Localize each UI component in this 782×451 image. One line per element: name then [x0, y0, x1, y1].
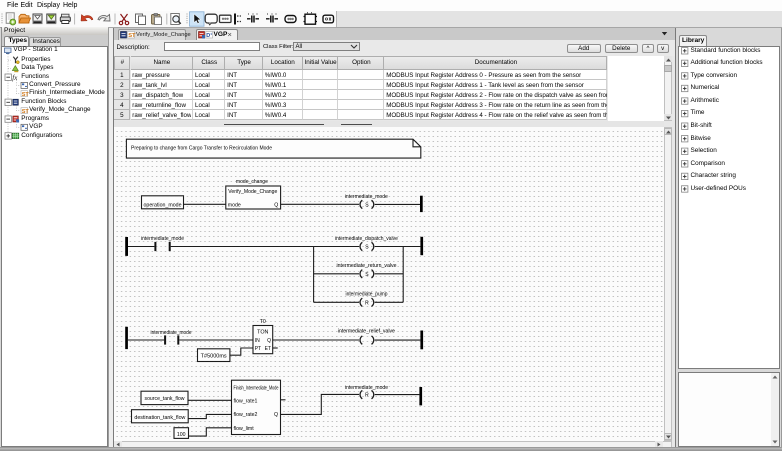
svg-text:flow_rate2: flow_rate2 [233, 412, 257, 418]
svg-text:ET: ET [264, 346, 270, 352]
svg-text:Finish_Intermediate_Mode: Finish_Intermediate_Mode [233, 386, 278, 392]
svg-text:fx: fx [12, 74, 18, 82]
svg-text:PT: PT [254, 346, 260, 352]
svg-text:source_tank_flow: source_tank_flow [144, 396, 184, 402]
svg-text:R: R [365, 393, 369, 399]
svg-text:flow_rate1: flow_rate1 [233, 398, 257, 404]
svg-text:destination_tank_flow: destination_tank_flow [134, 415, 185, 421]
svg-text:100: 100 [176, 432, 185, 438]
svg-text:Q: Q [267, 338, 271, 344]
svg-text:Verify_Mode_Change: Verify_Mode_Change [228, 189, 277, 195]
svg-text:intermediate_mode: intermediate_mode [345, 385, 388, 391]
svg-text:Preparing to change from Cargo: Preparing to change from Cargo Transfer … [131, 145, 272, 151]
svg-text:intermediate_relief_valve: intermediate_relief_valve [337, 329, 394, 335]
svg-text:intermediate_pump: intermediate_pump [345, 292, 387, 298]
svg-text:intermediate_dispatch_valve: intermediate_dispatch_valve [334, 236, 397, 242]
svg-text:intermediate_mode: intermediate_mode [344, 194, 387, 200]
svg-text:intermediate_return_valve: intermediate_return_valve [336, 263, 396, 269]
svg-text:T#5000ms: T#5000ms [200, 354, 226, 360]
svg-text:ST: ST [128, 33, 136, 39]
svg-text:S: S [365, 245, 369, 251]
svg-text:operation_mode: operation_mode [143, 203, 181, 209]
svg-text:flow_limt: flow_limt [233, 426, 254, 432]
svg-text:mode: mode [227, 203, 240, 209]
svg-text:S: S [365, 203, 369, 209]
svg-text:Q: Q [273, 412, 277, 418]
svg-text:intermediate_mode: intermediate_mode [141, 236, 184, 242]
svg-text:TON: TON [257, 329, 268, 335]
svg-text:IN: IN [254, 338, 259, 344]
svg-text:mode_change: mode_change [235, 179, 267, 185]
svg-text:D¹: D¹ [206, 32, 212, 39]
svg-text:T0: T0 [259, 319, 265, 325]
svg-text:intermediate_mode: intermediate_mode [150, 330, 191, 336]
svg-text:Q: Q [274, 203, 278, 209]
svg-text:R: R [365, 301, 369, 307]
svg-text:S: S [365, 272, 369, 278]
